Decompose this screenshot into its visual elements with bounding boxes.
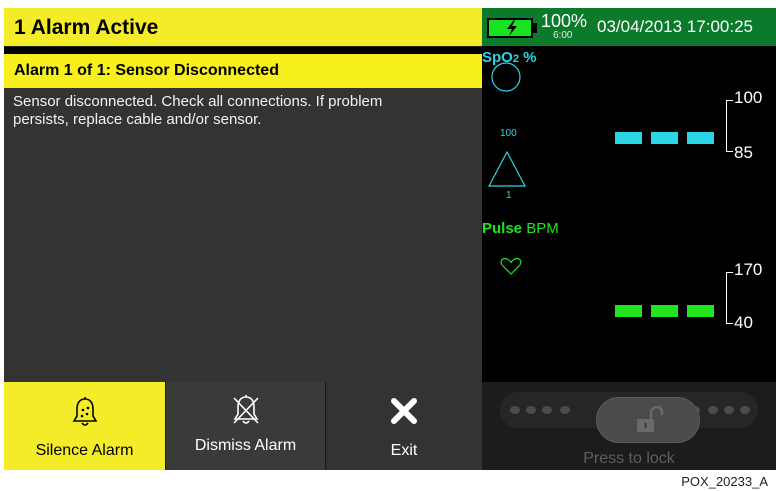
pulse-limit-high: 170 (734, 260, 763, 279)
dash (651, 305, 678, 317)
press-to-lock-label: Press to lock (583, 450, 675, 467)
dash (615, 305, 642, 317)
lock-area: Press to lock (482, 382, 776, 470)
track-dot (724, 406, 734, 414)
alarm-header: 1 Alarm Active (4, 8, 482, 47)
exit-button[interactable]: Exit (325, 382, 482, 470)
spo2-triangle-icon (488, 151, 526, 187)
alarm-message-panel: Sensor disconnected. Check all connectio… (4, 88, 482, 382)
lock-slider-track[interactable] (500, 392, 758, 443)
battery-icon (487, 18, 533, 38)
dash (651, 132, 678, 144)
spo2-circle-value: 100 (500, 128, 517, 139)
spo2-limit-bracket (726, 100, 733, 152)
battery-time: 6:00 (553, 30, 573, 41)
track-dot (560, 406, 570, 414)
alarm-count-text: 1 Alarm Active (14, 16, 159, 39)
dismiss-alarm-label: Dismiss Alarm (194, 437, 297, 454)
pulse-limit-low: 40 (734, 313, 753, 332)
status-bar: 100% 6:00 03/04/2013 17:00:25 (482, 8, 776, 46)
lock-slider-handle[interactable] (596, 397, 700, 443)
silence-alarm-button[interactable]: Silence Alarm (4, 382, 165, 470)
figure-code: POX_20233_A (681, 474, 768, 489)
bell-icon (72, 397, 97, 426)
dismiss-alarm-button[interactable]: Dismiss Alarm (165, 382, 325, 470)
spo2-value-dashes (615, 132, 714, 144)
unlocked-padlock-icon (637, 406, 664, 432)
pulse-label-main: Pulse (482, 220, 523, 237)
pulse-value-dashes (615, 305, 714, 317)
exit-label: Exit (390, 442, 418, 459)
track-dot (708, 406, 718, 414)
spo2-circle-icon (491, 62, 521, 92)
track-dot (740, 406, 750, 414)
spo2-limit-low: 85 (734, 143, 753, 162)
heart-icon (500, 257, 522, 275)
alarm-title-bar: Alarm 1 of 1: Sensor Disconnected (4, 54, 482, 88)
crossed-bell-icon (232, 395, 259, 424)
alarm-message-text: Sensor disconnected. Check all connectio… (13, 93, 383, 128)
spo2-triangle-value: 1 (506, 190, 512, 201)
track-dot (510, 406, 520, 414)
track-dot (526, 406, 536, 414)
spo2-limit-high: 100 (734, 88, 763, 107)
monitor-screen: 1 Alarm Active Alarm 1 of 1: Sensor Disc… (4, 8, 776, 470)
silence-alarm-label: Silence Alarm (35, 442, 134, 459)
pulse-label: Pulse BPM (482, 220, 559, 237)
alarm-title-text: Alarm 1 of 1: Sensor Disconnected (14, 62, 279, 79)
dash (687, 132, 714, 144)
battery-tip (533, 23, 537, 33)
close-icon (391, 398, 417, 424)
pulse-unit: BPM (522, 220, 559, 237)
dash (615, 132, 642, 144)
lightning-icon (507, 20, 517, 36)
pulse-limit-bracket (726, 272, 733, 324)
track-dot (542, 406, 552, 414)
date-time: 03/04/2013 17:00:25 (597, 17, 753, 36)
battery-percent: 100% (541, 11, 588, 31)
dash (687, 305, 714, 317)
